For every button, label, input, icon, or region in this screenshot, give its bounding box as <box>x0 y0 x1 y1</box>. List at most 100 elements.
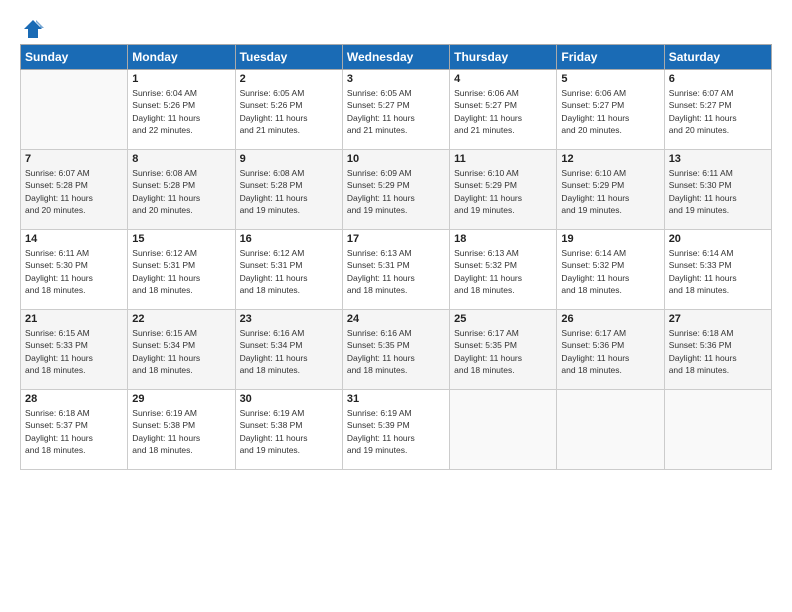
calendar-cell: 11 Sunrise: 6:10 AM Sunset: 5:29 PM Dayli… <box>450 150 557 230</box>
calendar-cell: 13 Sunrise: 6:11 AM Sunset: 5:30 PM Dayli… <box>664 150 771 230</box>
day-info: Sunrise: 6:15 AM Sunset: 5:33 PM Dayligh… <box>25 327 123 376</box>
day-number: 18 <box>454 233 552 245</box>
day-number: 9 <box>240 153 338 165</box>
day-number: 31 <box>347 393 445 405</box>
calendar-cell: 18Sunrise: 6:13 AM Sunset: 5:32 PM Dayli… <box>450 230 557 310</box>
day-number: 11 <box>454 153 552 165</box>
calendar-cell: 21 Sunrise: 6:15 AM Sunset: 5:33 PM Dayli… <box>21 310 128 390</box>
calendar-cell: 22 Sunrise: 6:15 AM Sunset: 5:34 PM Dayli… <box>128 310 235 390</box>
day-info: Sunrise: 6:07 AM Sunset: 5:27 PM Dayligh… <box>669 87 767 136</box>
day-info: Sunrise: 6:10 AM Sunset: 5:29 PM Dayligh… <box>561 167 659 216</box>
calendar-cell: 15 Sunrise: 6:12 AM Sunset: 5:31 PM Dayli… <box>128 230 235 310</box>
day-info: Sunrise: 6:08 AM Sunset: 5:28 PM Dayligh… <box>132 167 230 216</box>
header <box>20 18 772 36</box>
calendar-cell: 4Sunrise: 6:06 AM Sunset: 5:27 PM Daylig… <box>450 70 557 150</box>
calendar-cell: 14 Sunrise: 6:11 AM Sunset: 5:30 PM Dayli… <box>21 230 128 310</box>
day-number: 1 <box>132 73 230 85</box>
day-info: Sunrise: 6:15 AM Sunset: 5:34 PM Dayligh… <box>132 327 230 376</box>
calendar-week-row: 28Sunrise: 6:18 AM Sunset: 5:37 PM Dayli… <box>21 390 772 470</box>
day-number: 3 <box>347 73 445 85</box>
calendar-week-row: 1 Sunrise: 6:04 AM Sunset: 5:26 PM Daylig… <box>21 70 772 150</box>
calendar-cell: 12Sunrise: 6:10 AM Sunset: 5:29 PM Dayli… <box>557 150 664 230</box>
calendar-cell: 25 Sunrise: 6:17 AM Sunset: 5:35 PM Dayli… <box>450 310 557 390</box>
day-number: 13 <box>669 153 767 165</box>
calendar-week-row: 7 Sunrise: 6:07 AM Sunset: 5:28 PM Daylig… <box>21 150 772 230</box>
day-info: Sunrise: 6:07 AM Sunset: 5:28 PM Dayligh… <box>25 167 123 216</box>
calendar-cell: 23 Sunrise: 6:16 AM Sunset: 5:34 PM Dayli… <box>235 310 342 390</box>
calendar-cell: 24 Sunrise: 6:16 AM Sunset: 5:35 PM Dayli… <box>342 310 449 390</box>
calendar-cell: 2Sunrise: 6:05 AM Sunset: 5:26 PM Daylig… <box>235 70 342 150</box>
calendar-cell: 17 Sunrise: 6:13 AM Sunset: 5:31 PM Dayli… <box>342 230 449 310</box>
day-number: 22 <box>132 313 230 325</box>
day-number: 15 <box>132 233 230 245</box>
calendar-header-sunday: Sunday <box>21 45 128 70</box>
day-info: Sunrise: 6:10 AM Sunset: 5:29 PM Dayligh… <box>454 167 552 216</box>
calendar-cell: 31 Sunrise: 6:19 AM Sunset: 5:39 PM Dayli… <box>342 390 449 470</box>
calendar: SundayMondayTuesdayWednesdayThursdayFrid… <box>20 44 772 470</box>
day-number: 5 <box>561 73 659 85</box>
calendar-cell <box>21 70 128 150</box>
day-number: 23 <box>240 313 338 325</box>
day-number: 8 <box>132 153 230 165</box>
calendar-cell: 28Sunrise: 6:18 AM Sunset: 5:37 PM Dayli… <box>21 390 128 470</box>
calendar-cell <box>450 390 557 470</box>
day-number: 20 <box>669 233 767 245</box>
day-number: 21 <box>25 313 123 325</box>
calendar-week-row: 14 Sunrise: 6:11 AM Sunset: 5:30 PM Dayli… <box>21 230 772 310</box>
day-number: 4 <box>454 73 552 85</box>
day-number: 7 <box>25 153 123 165</box>
day-info: Sunrise: 6:12 AM Sunset: 5:31 PM Dayligh… <box>240 247 338 296</box>
calendar-header-wednesday: Wednesday <box>342 45 449 70</box>
day-info: Sunrise: 6:18 AM Sunset: 5:37 PM Dayligh… <box>25 407 123 456</box>
day-info: Sunrise: 6:19 AM Sunset: 5:38 PM Dayligh… <box>132 407 230 456</box>
calendar-cell: 9 Sunrise: 6:08 AM Sunset: 5:28 PM Daylig… <box>235 150 342 230</box>
day-number: 2 <box>240 73 338 85</box>
day-info: Sunrise: 6:19 AM Sunset: 5:38 PM Dayligh… <box>240 407 338 456</box>
calendar-cell: 29 Sunrise: 6:19 AM Sunset: 5:38 PM Dayli… <box>128 390 235 470</box>
calendar-cell: 27 Sunrise: 6:18 AM Sunset: 5:36 PM Dayli… <box>664 310 771 390</box>
day-number: 24 <box>347 313 445 325</box>
day-info: Sunrise: 6:16 AM Sunset: 5:34 PM Dayligh… <box>240 327 338 376</box>
day-info: Sunrise: 6:14 AM Sunset: 5:32 PM Dayligh… <box>561 247 659 296</box>
calendar-week-row: 21 Sunrise: 6:15 AM Sunset: 5:33 PM Dayli… <box>21 310 772 390</box>
day-number: 17 <box>347 233 445 245</box>
calendar-cell: 6 Sunrise: 6:07 AM Sunset: 5:27 PM Daylig… <box>664 70 771 150</box>
calendar-header-thursday: Thursday <box>450 45 557 70</box>
day-number: 16 <box>240 233 338 245</box>
day-info: Sunrise: 6:08 AM Sunset: 5:28 PM Dayligh… <box>240 167 338 216</box>
day-info: Sunrise: 6:12 AM Sunset: 5:31 PM Dayligh… <box>132 247 230 296</box>
calendar-cell: 7 Sunrise: 6:07 AM Sunset: 5:28 PM Daylig… <box>21 150 128 230</box>
calendar-header-tuesday: Tuesday <box>235 45 342 70</box>
day-info: Sunrise: 6:17 AM Sunset: 5:36 PM Dayligh… <box>561 327 659 376</box>
day-info: Sunrise: 6:06 AM Sunset: 5:27 PM Dayligh… <box>561 87 659 136</box>
day-number: 6 <box>669 73 767 85</box>
day-number: 19 <box>561 233 659 245</box>
day-number: 25 <box>454 313 552 325</box>
day-info: Sunrise: 6:05 AM Sunset: 5:27 PM Dayligh… <box>347 87 445 136</box>
day-info: Sunrise: 6:18 AM Sunset: 5:36 PM Dayligh… <box>669 327 767 376</box>
day-info: Sunrise: 6:09 AM Sunset: 5:29 PM Dayligh… <box>347 167 445 216</box>
day-info: Sunrise: 6:11 AM Sunset: 5:30 PM Dayligh… <box>669 167 767 216</box>
day-number: 30 <box>240 393 338 405</box>
day-info: Sunrise: 6:04 AM Sunset: 5:26 PM Dayligh… <box>132 87 230 136</box>
calendar-cell: 3 Sunrise: 6:05 AM Sunset: 5:27 PM Daylig… <box>342 70 449 150</box>
calendar-cell: 26 Sunrise: 6:17 AM Sunset: 5:36 PM Dayli… <box>557 310 664 390</box>
calendar-cell <box>664 390 771 470</box>
calendar-header-saturday: Saturday <box>664 45 771 70</box>
day-number: 27 <box>669 313 767 325</box>
day-number: 26 <box>561 313 659 325</box>
calendar-cell: 8 Sunrise: 6:08 AM Sunset: 5:28 PM Daylig… <box>128 150 235 230</box>
calendar-cell: 16 Sunrise: 6:12 AM Sunset: 5:31 PM Dayli… <box>235 230 342 310</box>
day-info: Sunrise: 6:17 AM Sunset: 5:35 PM Dayligh… <box>454 327 552 376</box>
day-info: Sunrise: 6:14 AM Sunset: 5:33 PM Dayligh… <box>669 247 767 296</box>
day-info: Sunrise: 6:11 AM Sunset: 5:30 PM Dayligh… <box>25 247 123 296</box>
page: SundayMondayTuesdayWednesdayThursdayFrid… <box>0 0 792 612</box>
day-info: Sunrise: 6:16 AM Sunset: 5:35 PM Dayligh… <box>347 327 445 376</box>
calendar-cell: 1 Sunrise: 6:04 AM Sunset: 5:26 PM Daylig… <box>128 70 235 150</box>
day-number: 14 <box>25 233 123 245</box>
day-info: Sunrise: 6:19 AM Sunset: 5:39 PM Dayligh… <box>347 407 445 456</box>
calendar-header-friday: Friday <box>557 45 664 70</box>
day-number: 29 <box>132 393 230 405</box>
logo-icon <box>22 18 44 40</box>
day-info: Sunrise: 6:13 AM Sunset: 5:31 PM Dayligh… <box>347 247 445 296</box>
